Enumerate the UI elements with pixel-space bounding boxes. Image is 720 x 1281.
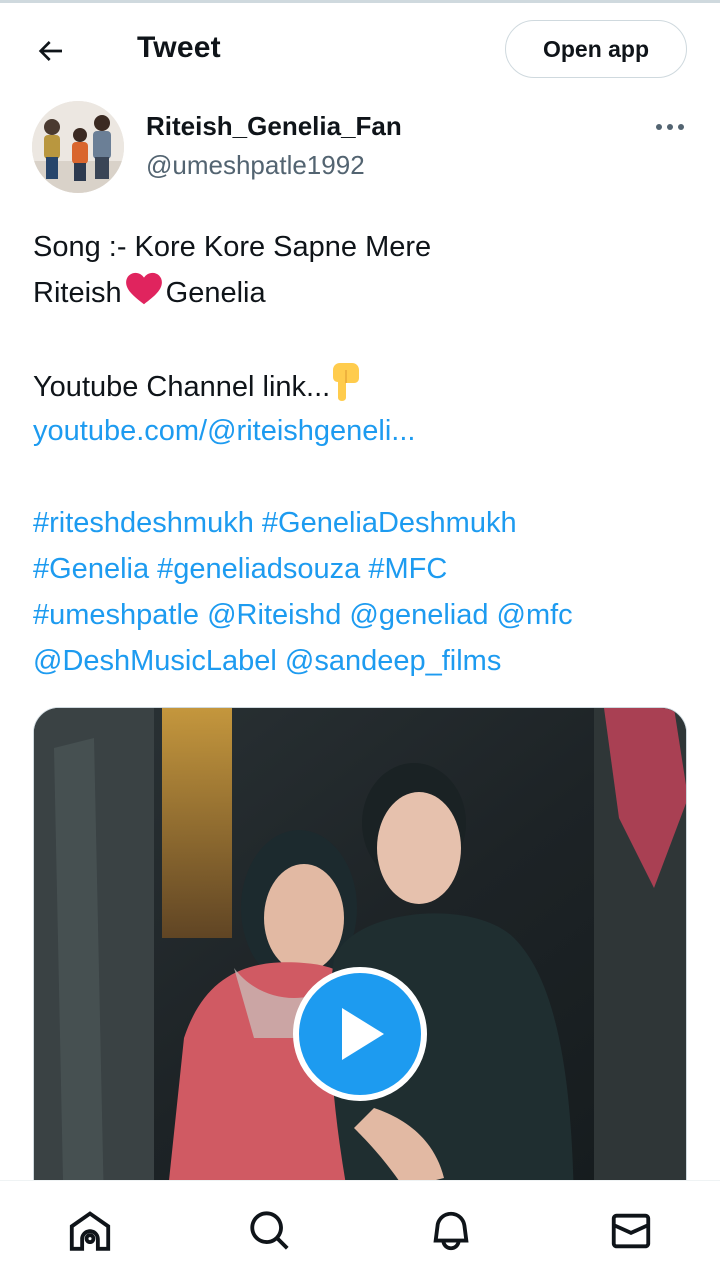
search-icon xyxy=(250,1211,289,1250)
tweet-line-names: Riteish Genelia xyxy=(33,270,266,316)
tweet-name-genelia: Genelia xyxy=(165,277,266,309)
more-horizontal-icon xyxy=(656,124,684,130)
youtube-link[interactable]: youtube.com/@riteishgeneli... xyxy=(33,408,415,454)
play-icon xyxy=(342,1008,384,1060)
nav-notifications[interactable] xyxy=(427,1207,475,1255)
play-button[interactable] xyxy=(293,967,427,1101)
bell-icon xyxy=(433,1211,469,1251)
open-app-button[interactable]: Open app xyxy=(505,20,687,78)
nav-messages[interactable] xyxy=(607,1207,655,1255)
tweet-line-channel: Youtube Channel link... xyxy=(33,362,362,410)
arrow-left-icon xyxy=(38,41,62,61)
avatar-image xyxy=(32,101,124,193)
pointing-down-emoji-icon xyxy=(333,363,360,401)
back-button[interactable] xyxy=(28,29,72,73)
bottom-navigation xyxy=(0,1180,720,1281)
tweet-line-song: Song :- Kore Kore Sapne Mere xyxy=(33,231,432,263)
nav-home[interactable] xyxy=(66,1207,114,1255)
page-title: Tweet xyxy=(137,31,221,64)
author-display-name[interactable]: Riteish_Genelia_Fan xyxy=(146,111,402,142)
avatar[interactable] xyxy=(32,101,124,193)
more-options-button[interactable] xyxy=(650,112,690,142)
app-header: Tweet Open app xyxy=(0,3,720,93)
red-heart-emoji-icon xyxy=(125,272,162,305)
author-handle[interactable]: @umeshpatle1992 xyxy=(146,150,365,181)
mentions-line[interactable]: @DeshMusicLabel @sandeep_films xyxy=(33,638,501,684)
tweet-channel-text: Youtube Channel link... xyxy=(33,371,331,403)
home-icon xyxy=(69,1211,111,1251)
mail-icon xyxy=(611,1213,651,1249)
hashtags-line-2[interactable]: #Genelia #geneliadsouza #MFC xyxy=(33,546,447,592)
hashtags-line-1[interactable]: #riteshdeshmukh #GeneliaDeshmukh xyxy=(33,500,517,546)
tweet-name-riteish: Riteish xyxy=(33,277,122,309)
hashtags-line-3[interactable]: #umeshpatle @Riteishd @geneliad @mfc xyxy=(33,592,573,638)
nav-search[interactable] xyxy=(246,1207,294,1255)
